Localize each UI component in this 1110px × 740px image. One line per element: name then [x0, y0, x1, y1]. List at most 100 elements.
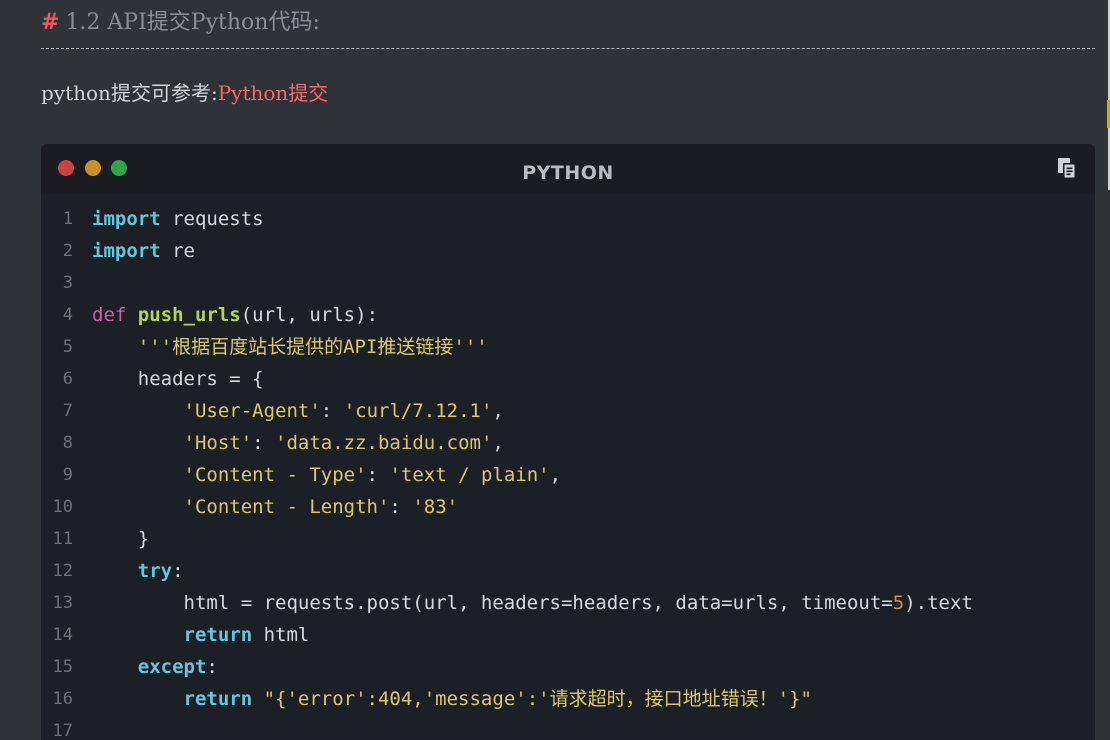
code-token: return — [183, 624, 253, 646]
line-number: 16 — [52, 689, 73, 709]
line-number: 4 — [62, 305, 73, 325]
code-block: PYTHON 1 import requests 2 import re 3 4 def p… — [41, 144, 1095, 740]
code-token: re — [160, 240, 195, 262]
section-heading: #1.2 API提交Python代码: — [41, 6, 320, 39]
intro-paragraph: python提交可参考:Python提交 — [41, 78, 328, 108]
code-token: : — [172, 560, 184, 582]
line-number: 6 — [62, 369, 73, 389]
line-number: 2 — [62, 241, 73, 261]
code-token: (url, urls): — [240, 304, 379, 326]
code-line: 14 return html — [41, 619, 1095, 651]
code-line: 9 'Content - Type': 'text / plain', — [41, 459, 1095, 491]
code-token: 'curl/7.12.1' — [343, 400, 493, 422]
code-token: : — [206, 656, 218, 678]
code-token: , — [492, 432, 504, 454]
code-line: 13 html = requests.post(url, headers=hea… — [41, 587, 1095, 619]
code-line: 7 'User-Agent': 'curl/7.12.1', — [41, 395, 1095, 427]
line-number: 7 — [62, 401, 73, 421]
line-number: 11 — [52, 529, 73, 549]
code-text: html = requests.post(url, headers=header… — [92, 587, 973, 619]
code-text: 'Content - Type': 'text / plain', — [92, 459, 562, 491]
code-token: 5 — [892, 592, 905, 614]
code-text: try: — [92, 555, 184, 587]
code-body[interactable]: 1 import requests 2 import re 3 4 def push_url… — [41, 194, 1095, 740]
code-line: 15 except: — [41, 651, 1095, 683]
line-number: 5 — [62, 337, 73, 357]
copy-icon[interactable] — [1055, 156, 1079, 180]
code-line: 12 try: — [41, 555, 1095, 587]
code-token: 'text / plain' — [389, 464, 550, 486]
code-token: 'data.zz.baidu.com' — [275, 432, 493, 454]
code-line: 1 import requests — [41, 203, 1095, 235]
code-token: : — [320, 400, 344, 422]
code-token: , — [549, 464, 562, 486]
code-text: import re — [92, 235, 195, 267]
code-line: 10 'Content - Length': '83' — [41, 491, 1095, 523]
code-text: headers = { — [92, 363, 264, 395]
code-token: 'Content - Type' — [183, 464, 367, 486]
code-token: } — [92, 528, 150, 550]
line-number: 8 — [62, 433, 73, 453]
code-token: html = requests.post(url, headers=header… — [92, 592, 893, 614]
code-token: '83' — [412, 496, 459, 518]
code-line: 2 import re — [41, 235, 1095, 267]
code-token: except — [137, 656, 207, 678]
code-token: : — [252, 432, 276, 454]
code-language-label: PYTHON — [522, 162, 614, 184]
heading-text: 1.2 API提交Python代码: — [65, 10, 320, 35]
code-token: push_urls — [137, 304, 241, 326]
code-line: 6 headers = { — [41, 363, 1095, 395]
code-token: 'Host' — [183, 432, 253, 454]
line-number: 12 — [52, 561, 73, 581]
code-line: 11 } — [41, 523, 1095, 555]
code-text: 'User-Agent': 'curl/7.12.1', — [92, 395, 504, 427]
code-token: try — [137, 560, 173, 582]
code-line: 16 return "{'error':404,'message':'请求超时，… — [41, 683, 1095, 715]
line-number: 15 — [52, 657, 73, 677]
code-text: return "{'error':404,'message':'请求超时，接口地… — [92, 683, 812, 715]
code-token: 'Content - Length' — [183, 496, 390, 518]
intro-text: python提交可参考: — [41, 81, 218, 105]
code-token: def — [92, 304, 127, 326]
code-text: import requests — [92, 203, 264, 235]
python-submit-link[interactable]: Python提交 — [218, 81, 329, 105]
line-number: 1 — [62, 209, 73, 229]
line-number: 9 — [62, 465, 73, 485]
code-token: requests — [160, 208, 264, 230]
code-text: except: — [92, 651, 218, 683]
line-number: 13 — [52, 593, 73, 613]
code-token: return — [183, 688, 253, 710]
code-line: 3 — [41, 267, 1095, 299]
code-line: 4 def push_urls(url, urls): — [41, 299, 1095, 331]
code-line: 17 — [41, 715, 1095, 740]
code-block-header: PYTHON — [41, 144, 1095, 194]
code-token: import — [92, 240, 161, 262]
code-line: 8 'Host': 'data.zz.baidu.com', — [41, 427, 1095, 459]
code-line: 5 '''根据百度站长提供的API推送链接''' — [41, 331, 1095, 363]
code-token: : — [389, 496, 413, 518]
code-token: , — [492, 400, 504, 422]
code-token: headers = { — [92, 368, 264, 390]
code-text: return html — [92, 619, 310, 651]
line-number: 3 — [62, 273, 73, 293]
code-text: def push_urls(url, urls): — [92, 299, 378, 331]
code-token: html — [252, 624, 310, 646]
heading-hash: # — [41, 9, 60, 35]
code-text: 'Host': 'data.zz.baidu.com', — [92, 427, 504, 459]
line-number: 10 — [52, 497, 73, 517]
code-token: : — [366, 464, 390, 486]
line-number: 17 — [52, 721, 73, 740]
code-token: ).text — [904, 592, 973, 614]
code-text: 'Content - Length': '83' — [92, 491, 459, 523]
code-text: } — [92, 523, 149, 555]
code-token: "{'error':404,'message':'请求超时，接口地址错误！'}" — [252, 688, 812, 710]
